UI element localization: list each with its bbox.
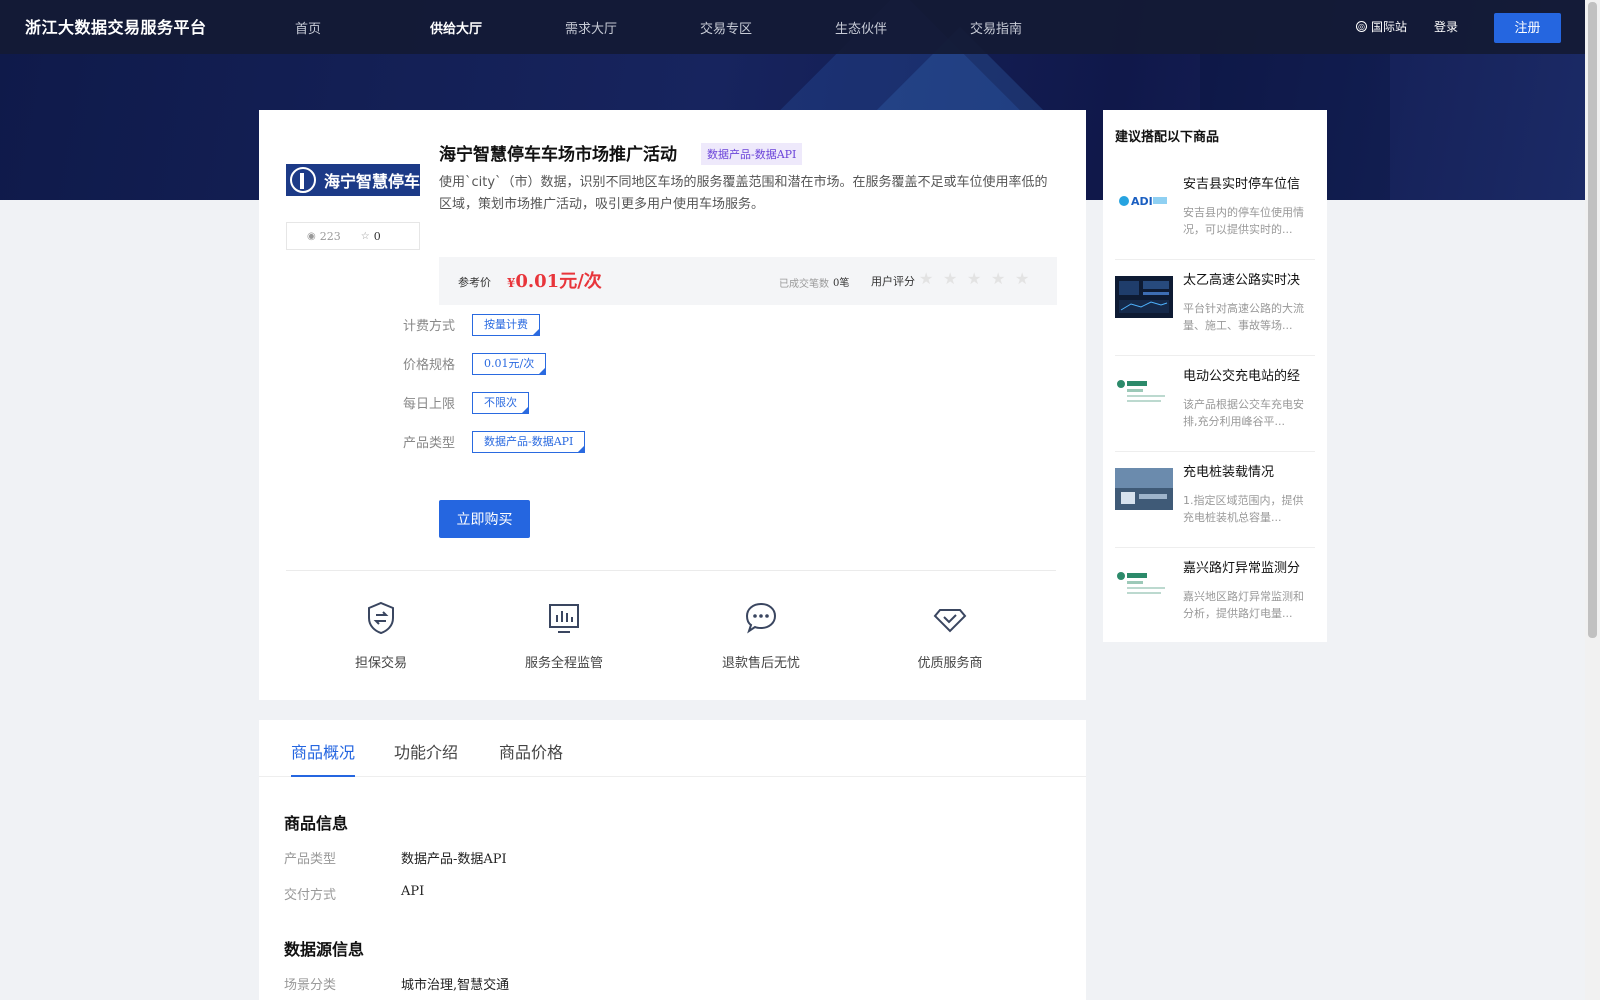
product-details-card: 商品概况 功能介绍 商品价格 商品信息 产品类型 数据产品-数据API 交付方式… xyxy=(259,720,1086,1000)
scene-category-value: 城市治理,智慧交通 xyxy=(401,978,510,993)
recommended-item-desc: 平台针对高速公路的大流量、施工、事故等场... xyxy=(1183,302,1304,332)
svg-text:ADI: ADI xyxy=(1131,195,1153,208)
recommended-item[interactable]: 充电桩装载情况 1.指定区域范围内，提供充电桩装机总容量... xyxy=(1115,452,1315,548)
shield-exchange-icon xyxy=(368,601,394,635)
recommended-item-desc: 安吉县内的停车位使用情况，可以提供实时的... xyxy=(1183,206,1304,236)
guarantee-refund: 退款售后无忧 xyxy=(686,600,836,671)
product-thumbnail xyxy=(1115,468,1173,510)
tab-pricing[interactable]: 商品价格 xyxy=(499,739,563,763)
section-title-product-info: 商品信息 xyxy=(284,814,349,833)
spec-option-billing[interactable]: 按量计费 xyxy=(472,314,540,336)
site-logo[interactable]: 浙江大数据交易服务平台 xyxy=(25,14,207,38)
product-thumbnail xyxy=(1115,372,1173,414)
recommended-item-desc: 1.指定区域范围内，提供充电桩装机总容量... xyxy=(1183,494,1304,524)
eye-icon: ◉ xyxy=(307,230,316,242)
price-label: 参考价 xyxy=(458,276,491,289)
spec-label-price: 价格规格 xyxy=(403,358,456,373)
view-count-value: 223 xyxy=(319,229,341,243)
product-thumbnail xyxy=(1115,276,1173,318)
guarantee-label: 退款售后无忧 xyxy=(721,656,800,671)
nav-demand-hall[interactable]: 需求大厅 xyxy=(565,18,700,37)
recommended-item-desc: 嘉兴地区路灯异常监测和分析，提供路灯电量... xyxy=(1183,590,1304,620)
register-button[interactable]: 注册 xyxy=(1494,13,1561,43)
deal-count-label: 已成交笔数 xyxy=(779,279,829,290)
recommended-item[interactable]: 太乙高速公路实时决 平台针对高速公路的大流量、施工、事故等场... xyxy=(1115,260,1315,356)
delivery-method-key: 交付方式 xyxy=(284,888,337,903)
product-type-key: 产品类型 xyxy=(284,852,337,867)
nav-partners[interactable]: 生态伙伴 xyxy=(835,18,970,37)
deal-count-value: 0笔 xyxy=(833,278,850,289)
product-title: 海宁智慧停车车场市场推广活动 xyxy=(439,145,677,165)
nav-trade-zone[interactable]: 交易专区 xyxy=(700,18,835,37)
favorite-count-value: 0 xyxy=(373,229,381,243)
international-site-label: 国际站 xyxy=(1371,20,1408,34)
recommended-item[interactable]: 电动公交充电站的经 该产品根据公交车充电安排,充分利用峰谷平... xyxy=(1115,356,1315,452)
nav-supply-hall[interactable]: 供给大厅 xyxy=(430,18,565,37)
favorite-count[interactable]: ☆ 0 xyxy=(361,230,381,243)
nav-guide[interactable]: 交易指南 xyxy=(970,18,1105,37)
product-description: 使用`city`（市）数据，识别不同地区车场的服务覆盖范围和潜在市场。在服务覆盖… xyxy=(439,175,1048,212)
login-link[interactable]: 登录 xyxy=(1434,18,1458,35)
recommended-item[interactable]: 嘉兴路灯异常监测分 嘉兴地区路灯异常监测和分析，提供路灯电量... xyxy=(1115,548,1315,642)
scrollbar-thumb[interactable] xyxy=(1588,2,1597,638)
guarantee-label: 担保交易 xyxy=(354,656,407,671)
spec-option-daily-limit[interactable]: 不限次 xyxy=(472,392,529,414)
star-icon: ★ xyxy=(919,269,934,288)
guarantee-label: 优质服务商 xyxy=(917,656,983,671)
guarantee-quality-provider: 优质服务商 xyxy=(875,600,1025,671)
star-icon: ★ xyxy=(943,269,958,288)
product-thumbnail: ADI xyxy=(1115,180,1173,222)
rating-stars: ★ ★ ★ ★ ★ xyxy=(919,269,1039,288)
active-tab-indicator xyxy=(291,775,355,777)
price-panel: 参考价 ¥0.01元/次 已成交笔数 0笔 用户评分 ★ ★ ★ ★ ★ xyxy=(439,257,1057,305)
tab-features[interactable]: 功能介绍 xyxy=(394,739,458,763)
tab-overview[interactable]: 商品概况 xyxy=(291,739,355,763)
star-icon: ★ xyxy=(967,269,982,288)
globe-icon: ◎ xyxy=(1356,21,1367,32)
recommended-products-panel: 建议搭配以下商品 ADI 安吉县实时停车位信 安吉县内的停车位使用情况，可以提供… xyxy=(1103,110,1327,642)
product-type-value: 数据产品-数据API xyxy=(401,852,507,867)
building-icon xyxy=(290,167,316,193)
spec-option-price[interactable]: 0.01元/次 xyxy=(472,353,547,375)
recommended-title: 建议搭配以下商品 xyxy=(1115,130,1220,145)
nav-home[interactable]: 首页 xyxy=(295,18,430,37)
page-scrollbar[interactable] xyxy=(1585,0,1600,1000)
detail-tabs: 商品概况 功能介绍 商品价格 xyxy=(259,720,1086,777)
chat-bubble-icon xyxy=(745,602,777,634)
product-logo-text: 海宁智慧停车 xyxy=(324,172,421,191)
recommended-item-desc: 该产品根据公交车充电安排,充分利用峰谷平... xyxy=(1183,398,1304,428)
product-logo: 海宁智慧停车 xyxy=(286,164,420,196)
product-thumbnail xyxy=(1115,564,1173,606)
recommended-item[interactable]: ADI 安吉县实时停车位信 安吉县内的停车位使用情况，可以提供实时的... xyxy=(1115,164,1315,260)
price-amount: 0.01元/次 xyxy=(515,271,602,292)
monitor-chart-icon xyxy=(549,604,579,633)
top-navigation-bar: 浙江大数据交易服务平台 首页 供给大厅 需求大厅 交易专区 生态伙伴 交易指南 … xyxy=(0,0,1585,54)
delivery-method-value: API xyxy=(401,884,425,899)
guarantee-full-supervision: 服务全程监管 xyxy=(489,600,639,671)
star-icon: ★ xyxy=(991,269,1006,288)
guarantee-label: 服务全程监管 xyxy=(524,656,603,671)
product-type-tag: 数据产品-数据API xyxy=(701,143,803,165)
spec-option-product-type[interactable]: 数据产品-数据API xyxy=(472,431,586,453)
spec-label-product-type: 产品类型 xyxy=(403,436,456,451)
view-count: ◉ 223 xyxy=(307,230,341,243)
price-value: ¥0.01元/次 xyxy=(507,267,602,293)
section-title-data-source: 数据源信息 xyxy=(284,940,365,959)
star-outline-icon: ☆ xyxy=(360,230,370,242)
guarantee-secured-trade: 担保交易 xyxy=(306,600,456,671)
star-icon: ★ xyxy=(1015,269,1030,288)
buy-now-button[interactable]: 立即购买 xyxy=(439,500,530,538)
spec-label-billing: 计费方式 xyxy=(403,319,456,334)
international-site-link[interactable]: ◎ 国际站 xyxy=(1356,18,1407,35)
diamond-check-icon xyxy=(933,609,967,633)
product-card: 海宁智慧停车 ◉ 223 ☆ 0 海宁智慧停车车场市场推广活动 数据产品-数据A… xyxy=(259,110,1086,700)
rating-label: 用户评分 xyxy=(871,275,915,288)
scene-category-key: 场景分类 xyxy=(284,978,337,993)
spec-label-daily-limit: 每日上限 xyxy=(403,397,456,412)
product-stats: ◉ 223 ☆ 0 xyxy=(286,222,420,250)
divider xyxy=(286,570,1056,571)
main-nav: 首页 供给大厅 需求大厅 交易专区 生态伙伴 交易指南 xyxy=(295,18,1105,37)
